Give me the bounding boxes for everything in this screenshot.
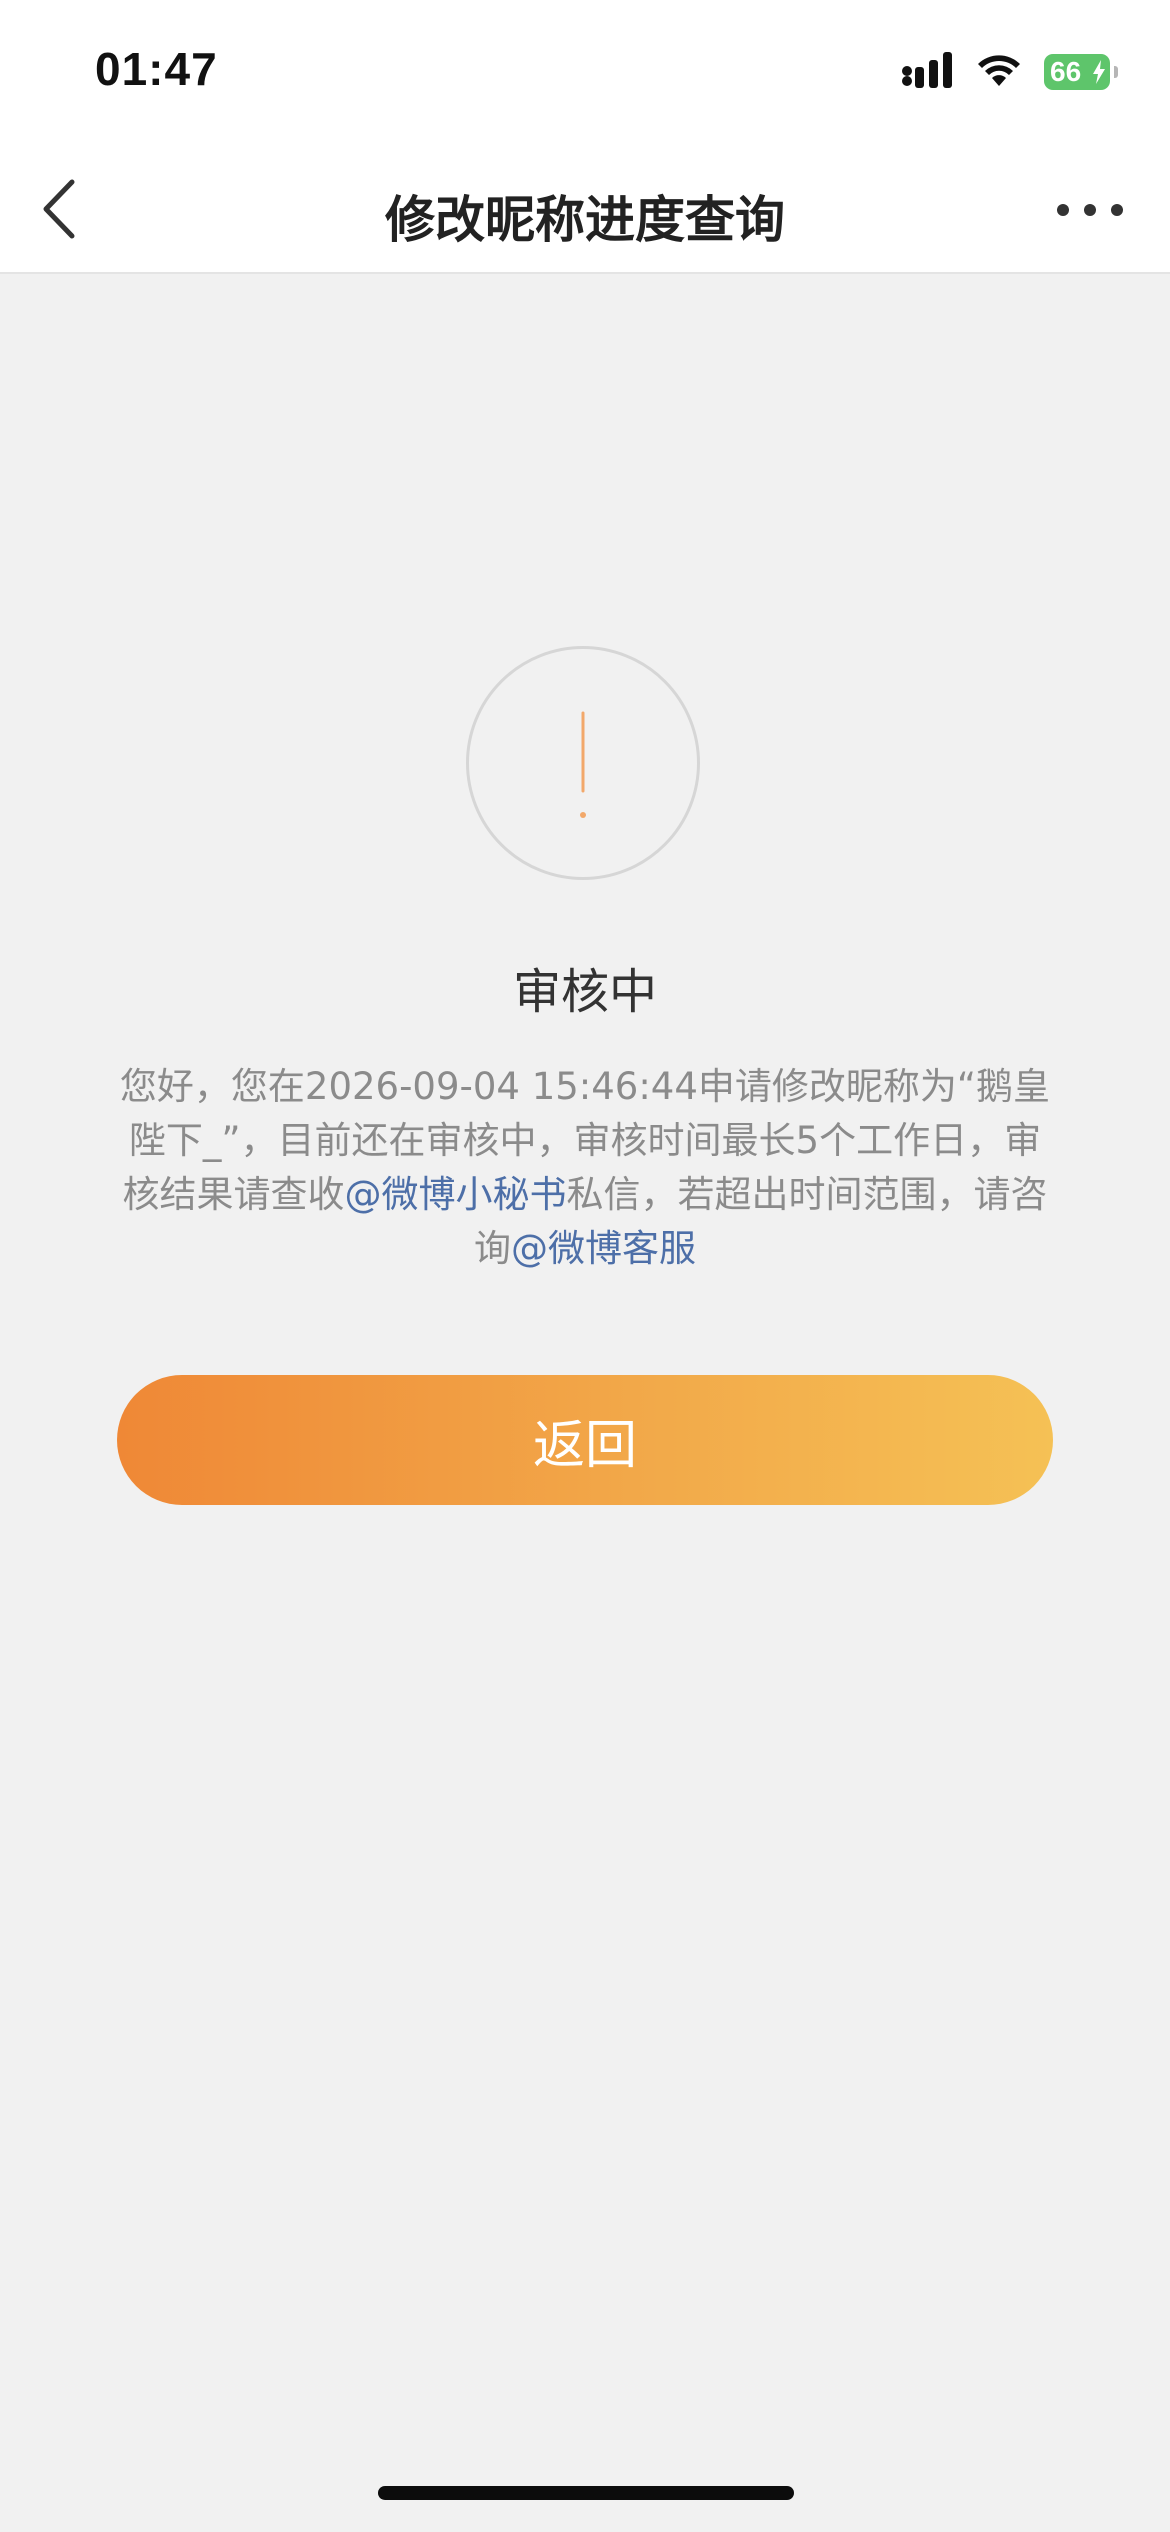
more-dots-icon	[1055, 202, 1125, 222]
status-bar: 01:47 66	[0, 0, 1170, 150]
status-time: 01:47	[95, 43, 218, 95]
wifi-icon	[976, 52, 1022, 92]
battery-charging-icon: 66	[1044, 54, 1118, 90]
battery-tip	[1114, 66, 1118, 78]
return-button[interactable]: 返回	[117, 1375, 1053, 1505]
review-status-title: 审核中	[512, 964, 657, 1020]
exclamation-circle-icon	[466, 646, 700, 880]
review-message: 您好，您在2026-09-04 15:46:44申请修改昵称为“鹅皇陛下_”，目…	[118, 1060, 1052, 1276]
nav-bar: 修改昵称进度查询	[0, 150, 1170, 274]
status-icons: 66	[902, 52, 1118, 92]
cellular-signal-icon	[902, 52, 954, 92]
more-button[interactable]	[1050, 182, 1130, 242]
charging-bolt-icon	[1092, 60, 1106, 88]
home-indicator[interactable]	[378, 2486, 794, 2500]
weibo-secretary-link[interactable]: @微博小秘书	[345, 1173, 567, 1216]
weibo-customer-service-link[interactable]: @微博客服	[511, 1227, 696, 1270]
battery-level: 66	[1050, 56, 1082, 87]
page-title: 修改昵称进度查询	[385, 191, 785, 249]
